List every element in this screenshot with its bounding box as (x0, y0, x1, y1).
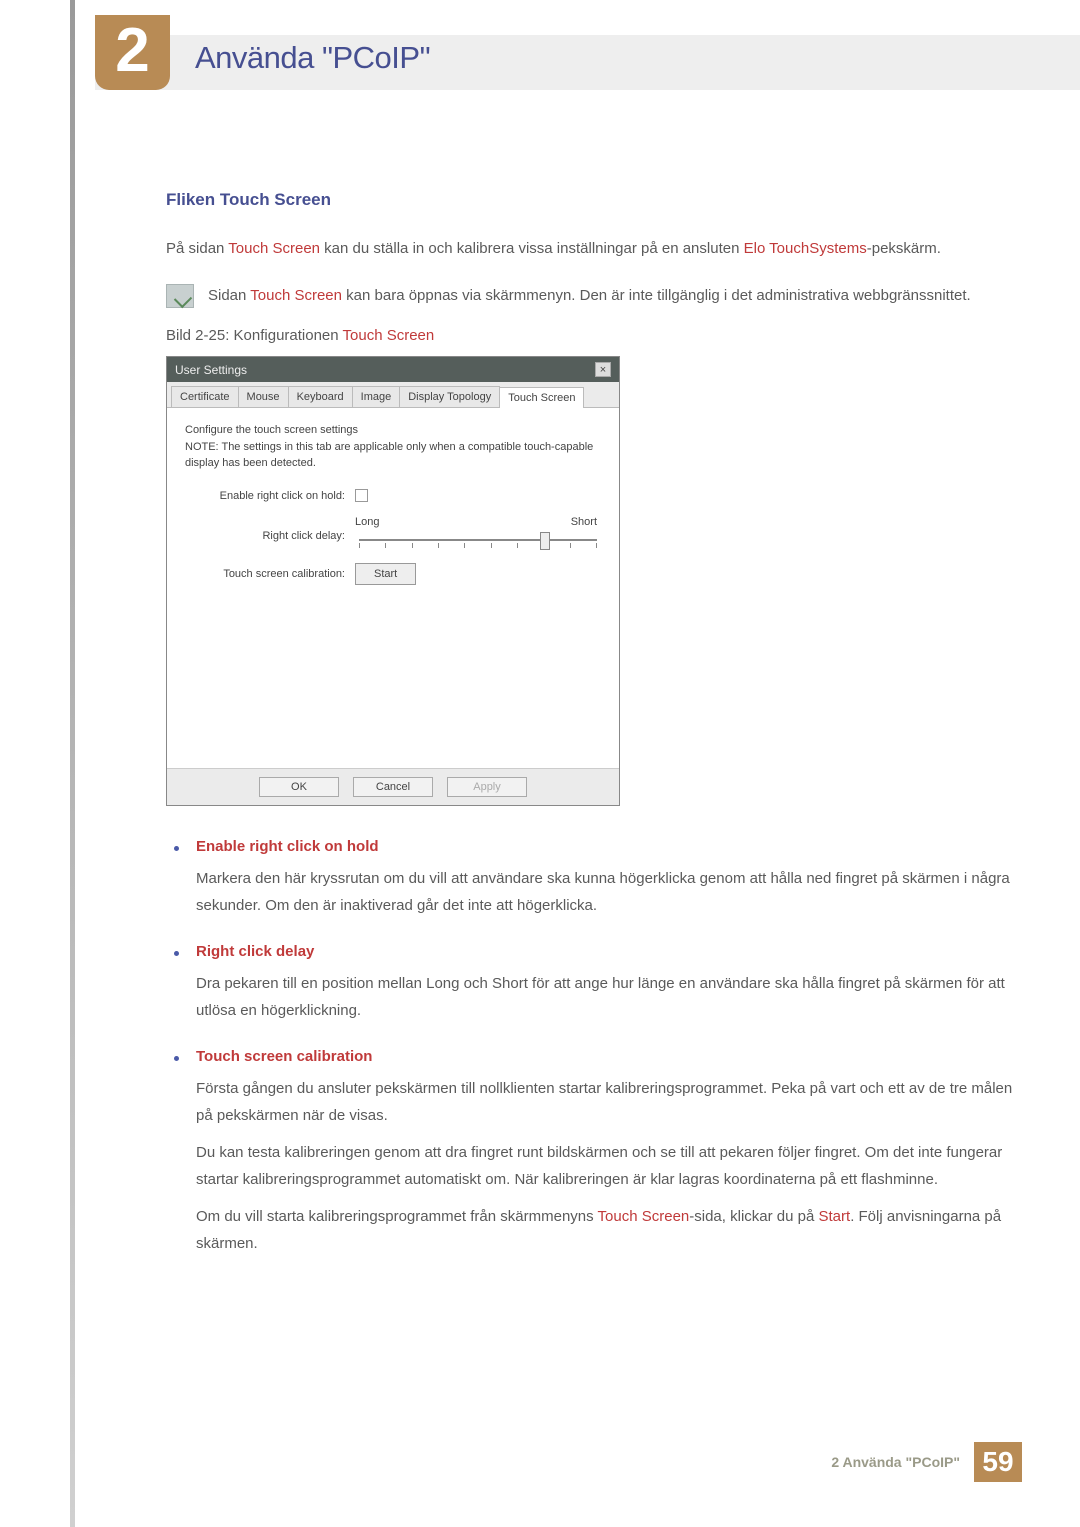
slider-end-labels: Long Short (355, 514, 601, 531)
slider-long-label: Long (355, 514, 379, 531)
dialog-desc1: Configure the touch screen settings (185, 422, 601, 439)
slider-tick (491, 543, 492, 548)
slider-thumb[interactable] (540, 532, 550, 550)
chapter-number-badge: 2 (95, 15, 170, 90)
tab-keyboard[interactable]: Keyboard (288, 386, 353, 407)
ok-button[interactable]: OK (259, 777, 339, 797)
slider-tick (570, 543, 571, 548)
bullet-title: Right click delay (196, 943, 1016, 960)
tab-certificate[interactable]: Certificate (171, 386, 239, 407)
slider-tick (359, 543, 360, 548)
footer-text: 2 Använda "PCoIP" (831, 1454, 960, 1470)
bullet-calibration: Touch screen calibration Första gången d… (166, 1048, 1016, 1257)
dialog-tabs: Certificate Mouse Keyboard Image Display… (167, 382, 619, 408)
bullet-enable: Enable right click on hold Markera den h… (166, 838, 1016, 919)
slider-track[interactable] (359, 531, 597, 553)
note-highlight: Touch Screen (250, 287, 342, 304)
enable-checkbox[interactable] (355, 489, 368, 502)
dialog-close-button[interactable]: × (595, 362, 611, 377)
slider-tick (596, 543, 597, 548)
bullet-body: Dra pekaren till en position mellan Long… (196, 970, 1016, 1024)
slider-tick (438, 543, 439, 548)
final-pre: Om du vill starta kalibreringsprogrammet… (196, 1208, 598, 1225)
dialog-desc2: NOTE: The settings in this tab are appli… (185, 439, 601, 472)
caption-highlight: Touch Screen (343, 327, 435, 344)
intro-highlight-1: Touch Screen (228, 240, 320, 257)
final-hl2: Start (819, 1208, 851, 1225)
figure-caption: Bild 2-25: Konfigurationen Touch Screen (166, 327, 1016, 344)
enable-label: Enable right click on hold: (185, 488, 355, 505)
dialog-title-text: User Settings (175, 363, 247, 377)
delay-label: Right click delay: (185, 514, 355, 545)
delay-slider[interactable]: Long Short (355, 514, 601, 553)
chapter-title: Använda "PCoIP" (195, 40, 430, 76)
row-enable-right-click: Enable right click on hold: (185, 488, 601, 505)
bullet-delay: Right click delay Dra pekaren till en po… (166, 943, 1016, 1024)
tab-mouse[interactable]: Mouse (238, 386, 289, 407)
dialog-footer: OK Cancel Apply (167, 768, 619, 805)
tab-image[interactable]: Image (352, 386, 401, 407)
tab-touch-screen[interactable]: Touch Screen (499, 387, 584, 408)
dialog-body: Configure the touch screen settings NOTE… (167, 408, 619, 768)
bullet-body: Markera den här kryssrutan om du vill at… (196, 865, 1016, 919)
left-margin-strip (70, 0, 75, 1527)
intro-highlight-2: Elo TouchSystems (744, 240, 867, 257)
section-heading: Fliken Touch Screen (166, 190, 1016, 210)
row-calibration: Touch screen calibration: Start (185, 563, 601, 586)
dialog-form: Enable right click on hold: Right click … (185, 488, 601, 586)
page-content: Fliken Touch Screen På sidan Touch Scree… (166, 190, 1016, 1281)
note-pre: Sidan (208, 287, 250, 304)
bullet-para: Du kan testa kalibreringen genom att dra… (196, 1139, 1016, 1193)
caption-pre: Bild 2-25: Konfigurationen (166, 327, 343, 344)
bullet-para-final: Om du vill starta kalibreringsprogrammet… (196, 1203, 1016, 1257)
bullet-para: Dra pekaren till en position mellan Long… (196, 970, 1016, 1024)
note-icon (166, 284, 194, 308)
calib-label: Touch screen calibration: (185, 566, 355, 583)
final-hl1: Touch Screen (598, 1208, 690, 1225)
final-mid: -sida, klickar du på (689, 1208, 818, 1225)
apply-button[interactable]: Apply (447, 777, 527, 797)
slider-tick (412, 543, 413, 548)
intro-text-3: -pekskärm. (867, 240, 941, 257)
row-right-click-delay: Right click delay: Long Short (185, 514, 601, 553)
slider-short-label: Short (571, 514, 597, 531)
bullet-title: Touch screen calibration (196, 1048, 1016, 1065)
page-number: 59 (974, 1442, 1022, 1482)
slider-ticks (359, 543, 597, 548)
tab-display-topology[interactable]: Display Topology (399, 386, 500, 407)
bullet-para: Markera den här kryssrutan om du vill at… (196, 865, 1016, 919)
note-post: kan bara öppnas via skärmmenyn. Den är i… (342, 287, 971, 304)
intro-paragraph: På sidan Touch Screen kan du ställa in o… (166, 235, 1016, 262)
intro-text-1: På sidan (166, 240, 228, 257)
cancel-button[interactable]: Cancel (353, 777, 433, 797)
slider-tick (464, 543, 465, 548)
start-button[interactable]: Start (355, 563, 416, 586)
bullet-title: Enable right click on hold (196, 838, 1016, 855)
slider-tick (385, 543, 386, 548)
bullet-body: Första gången du ansluter pekskärmen til… (196, 1075, 1016, 1257)
bullet-list: Enable right click on hold Markera den h… (166, 838, 1016, 1257)
note-row: Sidan Touch Screen kan bara öppnas via s… (166, 282, 1016, 309)
user-settings-dialog: User Settings × Certificate Mouse Keyboa… (166, 356, 620, 806)
bullet-para: Första gången du ansluter pekskärmen til… (196, 1075, 1016, 1129)
slider-line (359, 539, 597, 541)
dialog-titlebar: User Settings × (167, 357, 619, 382)
intro-text-2: kan du ställa in och kalibrera vissa ins… (320, 240, 744, 257)
note-text: Sidan Touch Screen kan bara öppnas via s… (208, 282, 971, 309)
page-footer: 2 Använda "PCoIP" 59 (831, 1442, 1022, 1482)
slider-tick (517, 543, 518, 548)
